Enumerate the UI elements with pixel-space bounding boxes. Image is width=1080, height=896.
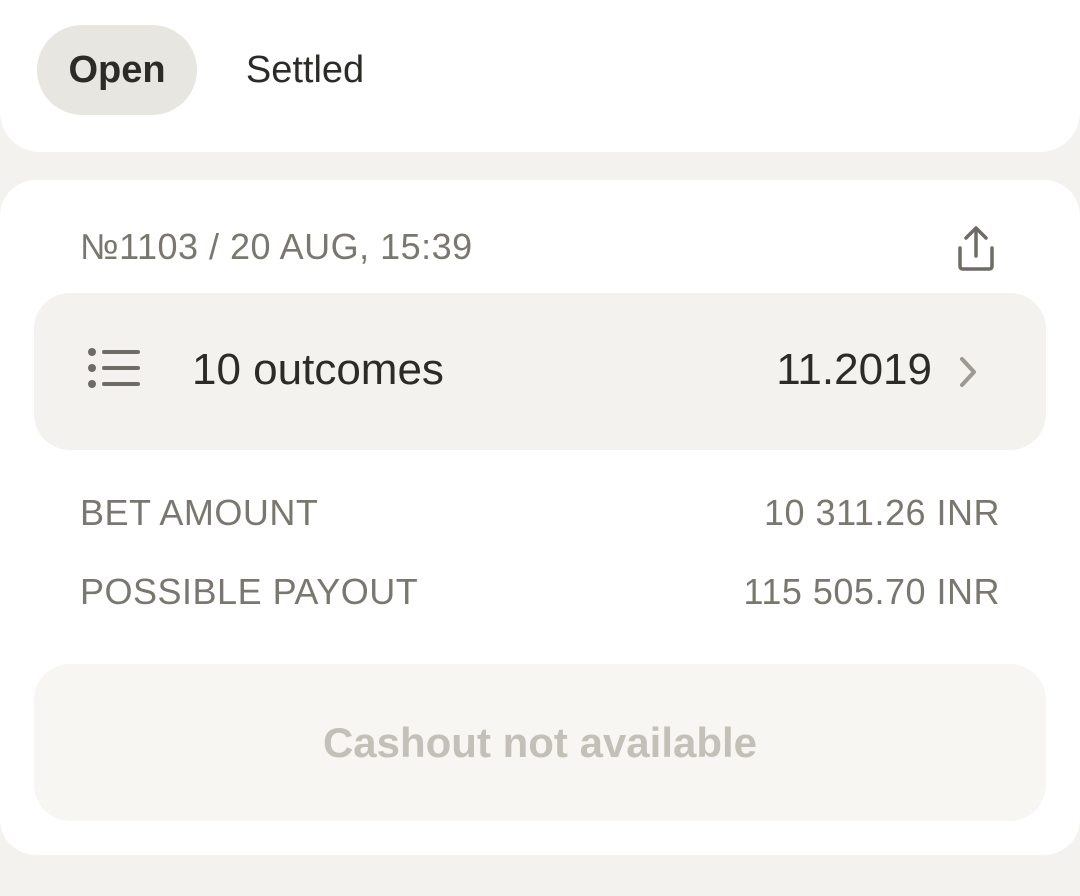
bet-status-tabs: Open Settled — [0, 0, 1080, 152]
bet-amount-value: 10 311.26 INR — [764, 492, 1000, 533]
chevron-right-icon — [960, 357, 976, 387]
tab-settled[interactable]: Settled — [215, 25, 395, 115]
bet-id-date: №1103 / 20 AUG, 15:39 — [80, 226, 473, 267]
possible-payout-value: 115 505.70 INR — [743, 571, 1000, 612]
bet-card: №1103 / 20 AUG, 15:39 10 outcomes 11.201… — [0, 180, 1080, 855]
cashout-button: Cashout not available — [34, 664, 1046, 821]
outcomes-row[interactable]: 10 outcomes 11.2019 — [34, 293, 1046, 450]
tab-open[interactable]: Open — [37, 25, 197, 115]
list-icon — [88, 348, 140, 388]
bet-amount-label: BET AMOUNT — [80, 492, 319, 533]
total-odds: 11.2019 — [776, 345, 932, 394]
share-icon — [958, 226, 994, 271]
possible-payout-label: POSSIBLE PAYOUT — [80, 571, 419, 612]
outcomes-count: 10 outcomes — [192, 345, 444, 394]
share-button[interactable] — [946, 218, 1006, 278]
